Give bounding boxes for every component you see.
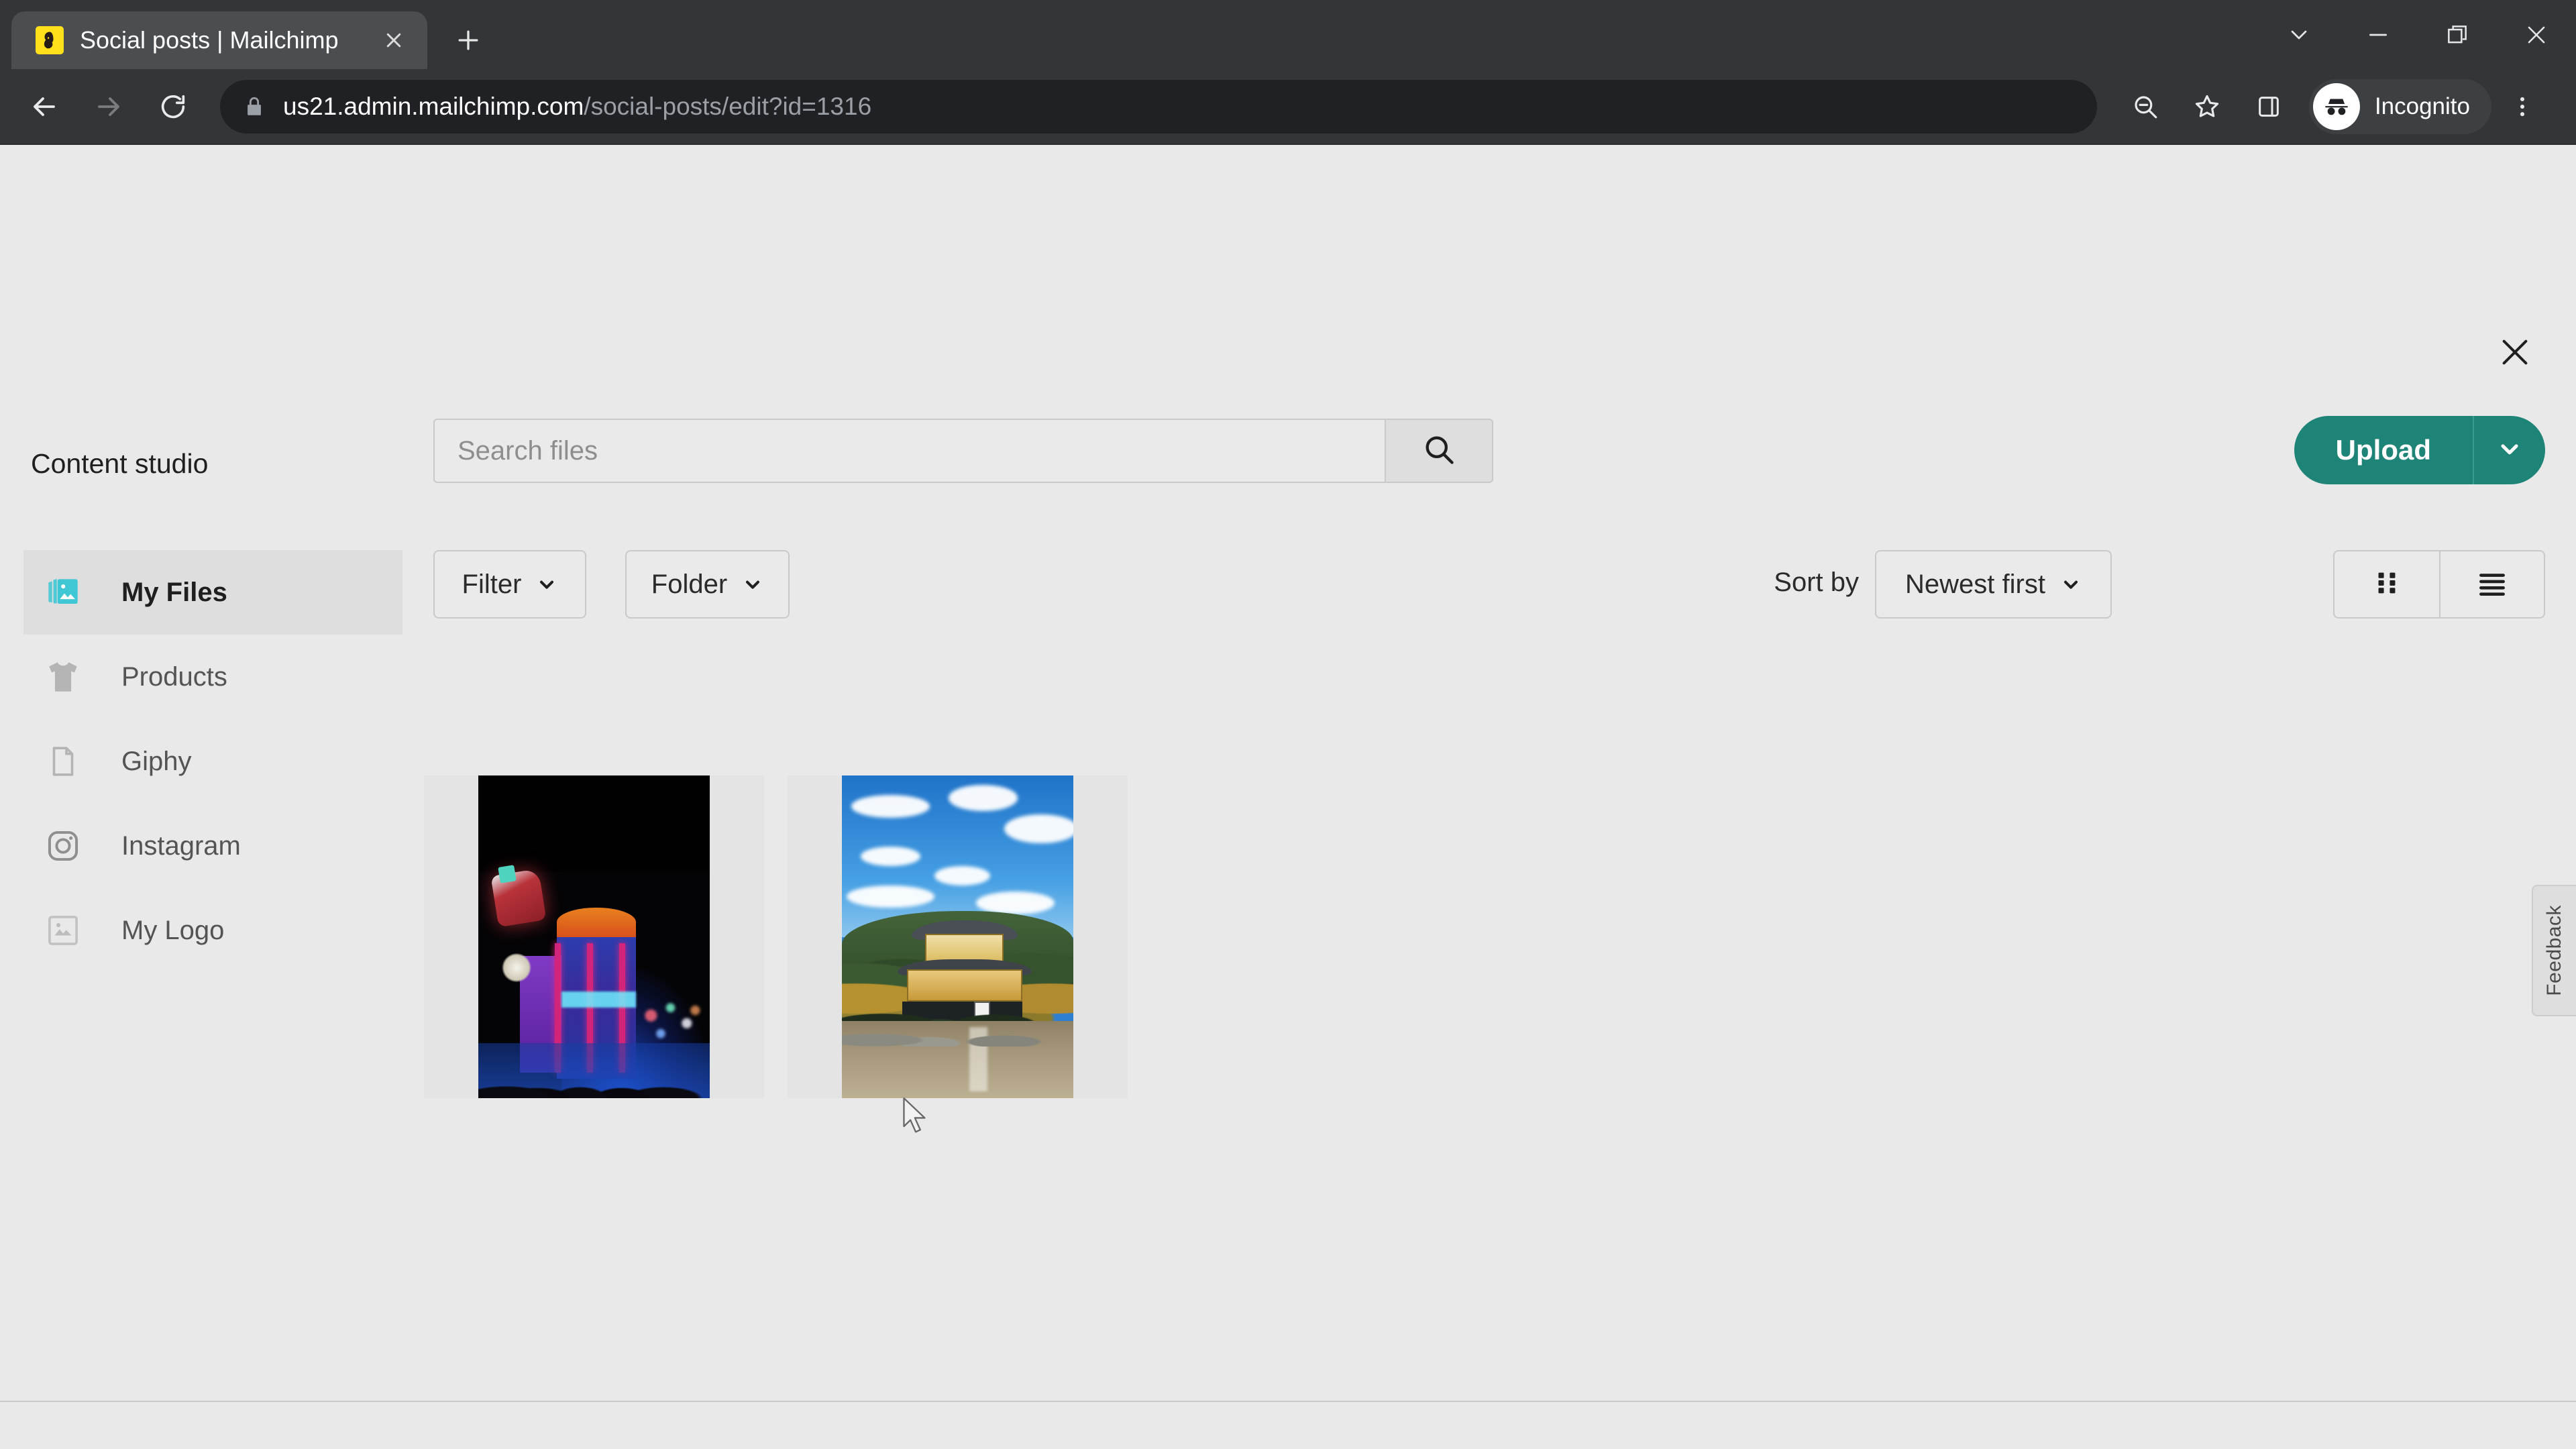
sort-value: Newest first bbox=[1905, 569, 2045, 599]
filter-dropdown-button[interactable]: Filter bbox=[433, 550, 586, 619]
new-tab-button[interactable] bbox=[443, 15, 493, 65]
file-tile-golden-pavilion[interactable] bbox=[788, 775, 1128, 1098]
grid-view-icon bbox=[2371, 568, 2402, 602]
feedback-tab[interactable]: Feedback bbox=[2532, 885, 2576, 1016]
minimize-button[interactable] bbox=[2339, 0, 2418, 69]
zoom-out-icon[interactable] bbox=[2114, 76, 2176, 138]
chevron-down-icon bbox=[2496, 435, 2523, 466]
image-frame-icon bbox=[37, 906, 89, 955]
chevron-down-icon bbox=[742, 574, 763, 595]
folder-dropdown-button[interactable]: Folder bbox=[625, 550, 790, 619]
sidebar-item-giphy[interactable]: Giphy bbox=[23, 719, 402, 804]
citywalk-night-thumbnail bbox=[478, 775, 710, 1098]
address-bar[interactable]: us21.admin.mailchimp.com/social-posts/ed… bbox=[220, 79, 2097, 133]
sidebar-item-label: Giphy bbox=[121, 746, 192, 776]
profile-incognito-button[interactable]: Incognito bbox=[2308, 78, 2491, 134]
sidebar-item-label: Products bbox=[121, 661, 227, 692]
browser-tab-title: Social posts | Mailchimp bbox=[80, 26, 339, 54]
restore-button[interactable] bbox=[2418, 0, 2497, 69]
bottom-divider bbox=[0, 1401, 2576, 1402]
url-host: us21.admin.mailchimp.com bbox=[283, 92, 584, 120]
list-view-icon bbox=[2475, 566, 2509, 603]
sidebar-item-my-logo[interactable]: My Logo bbox=[23, 888, 402, 973]
upload-button[interactable]: Upload bbox=[2294, 416, 2473, 484]
upload-button-group: Upload bbox=[2294, 416, 2545, 484]
browser-tab[interactable]: Social posts | Mailchimp bbox=[11, 11, 427, 69]
feedback-label: Feedback bbox=[2543, 905, 2565, 996]
three-dot-menu-icon[interactable] bbox=[2491, 76, 2553, 138]
incognito-avatar-icon bbox=[2312, 83, 2360, 130]
sidebar-item-my-files[interactable]: My Files bbox=[23, 550, 402, 635]
view-mode-toggle bbox=[2333, 550, 2545, 619]
images-icon bbox=[37, 568, 89, 616]
content-studio-sidebar: My Files Products Giphy Instagram My Log bbox=[23, 550, 402, 973]
back-arrow-icon[interactable] bbox=[12, 74, 76, 139]
page-title: Content studio bbox=[31, 448, 209, 479]
folder-label: Folder bbox=[651, 569, 728, 599]
grid-view-button[interactable] bbox=[2334, 551, 2439, 617]
toolbar-icon-group: Incognito bbox=[2114, 76, 2553, 138]
search-icon bbox=[1421, 432, 1456, 470]
sidebar-item-label: My Files bbox=[121, 577, 227, 607]
url-text: us21.admin.mailchimp.com/social-posts/ed… bbox=[283, 93, 871, 121]
instagram-icon bbox=[37, 822, 89, 870]
url-path: /social-posts/edit?id=1316 bbox=[584, 92, 872, 120]
modal-close-icon[interactable] bbox=[2486, 323, 2544, 381]
file-icon bbox=[37, 737, 89, 786]
tab-close-icon[interactable] bbox=[375, 21, 413, 59]
sort-by-label: Sort by bbox=[1774, 568, 1859, 597]
search-submit-button[interactable] bbox=[1385, 419, 1493, 483]
bookmark-star-icon[interactable] bbox=[2176, 76, 2238, 138]
mouse-cursor bbox=[901, 1096, 929, 1141]
content-toolbar: Filter Folder Sort by Newest first bbox=[433, 550, 2545, 619]
sidebar-item-label: Instagram bbox=[121, 830, 241, 861]
browser-toolbar: us21.admin.mailchimp.com/social-posts/ed… bbox=[0, 69, 2576, 145]
reload-icon[interactable] bbox=[141, 74, 205, 139]
search-bar bbox=[433, 419, 1493, 483]
sidebar-item-products[interactable]: Products bbox=[23, 635, 402, 719]
golden-pavilion-thumbnail bbox=[842, 775, 1073, 1098]
chevron-down-icon bbox=[536, 574, 557, 595]
sidebar-item-instagram[interactable]: Instagram bbox=[23, 804, 402, 888]
close-window-button[interactable] bbox=[2497, 0, 2576, 69]
sort-dropdown-button[interactable]: Newest first bbox=[1875, 550, 2112, 619]
sidebar-item-label: My Logo bbox=[121, 915, 225, 945]
search-input[interactable] bbox=[433, 419, 1385, 483]
lock-icon bbox=[243, 95, 266, 118]
file-tile-citywalk[interactable] bbox=[424, 775, 764, 1098]
mailchimp-favicon bbox=[36, 26, 64, 54]
tab-search-button[interactable] bbox=[2259, 0, 2339, 69]
file-grid bbox=[424, 775, 1128, 1098]
browser-tab-strip: Social posts | Mailchimp bbox=[0, 0, 2576, 69]
upload-dropdown-button[interactable] bbox=[2473, 416, 2545, 484]
content-studio-modal: Content studio Upload My Files bbox=[0, 145, 2576, 1449]
tshirt-icon bbox=[37, 653, 89, 701]
filter-label: Filter bbox=[462, 569, 522, 599]
profile-name: Incognito bbox=[2374, 93, 2470, 119]
side-panel-icon[interactable] bbox=[2238, 76, 2300, 138]
chevron-down-icon bbox=[2060, 574, 2082, 595]
list-view-button[interactable] bbox=[2439, 551, 2544, 617]
window-controls bbox=[2259, 0, 2576, 69]
forward-arrow-icon[interactable] bbox=[76, 74, 141, 139]
